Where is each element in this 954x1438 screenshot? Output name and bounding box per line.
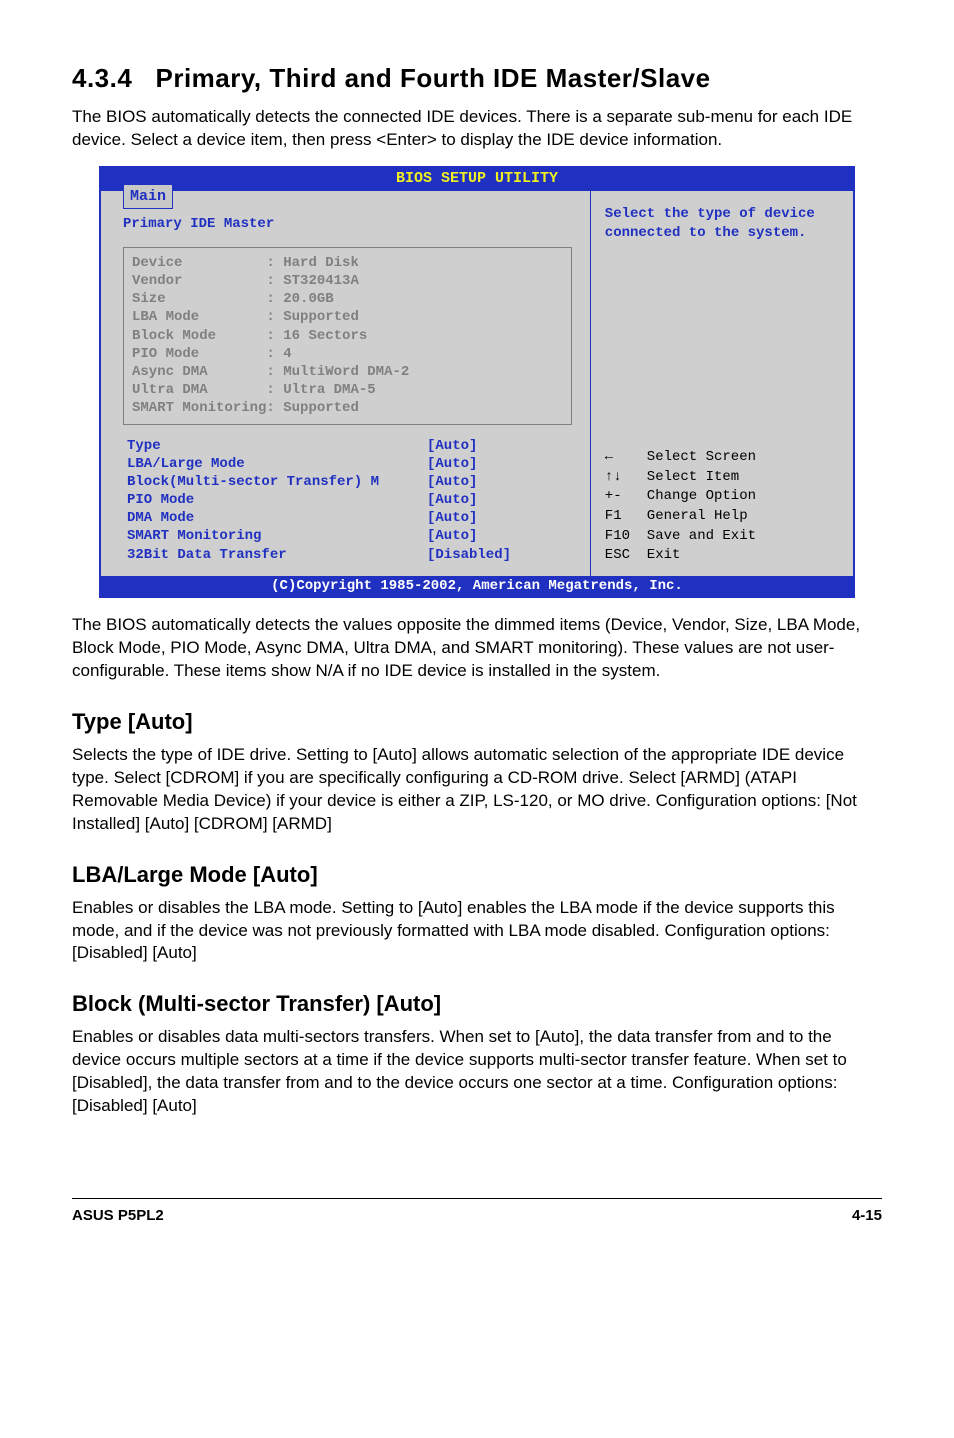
info-row: Ultra DMA : Ultra DMA-5	[132, 381, 563, 399]
info-row: SMART Monitoring: Supported	[132, 399, 563, 417]
block-body: Enables or disables data multi-sectors t…	[72, 1026, 882, 1118]
help-key-row: ←Select Screen	[605, 448, 841, 468]
bios-tab-main[interactable]: Main	[123, 184, 173, 209]
info-row: LBA Mode : Supported	[132, 308, 563, 326]
section-title-text: Primary, Third and Fourth IDE Master/Sla…	[156, 63, 711, 93]
bios-right-pane: Select the type of device connected to t…	[590, 191, 853, 576]
section-number: 4.3.4	[72, 63, 132, 93]
bios-title-bar: BIOS SETUP UTILITY Main	[99, 166, 855, 191]
bios-title: BIOS SETUP UTILITY	[396, 170, 558, 187]
bios-footer: (C)Copyright 1985-2002, American Megatre…	[99, 576, 855, 599]
setting-pio[interactable]: PIO Mode[Auto]	[127, 491, 572, 509]
settings-block: Type[Auto] LBA/Large Mode[Auto] Block(Mu…	[117, 433, 578, 566]
section-heading: 4.3.4 Primary, Third and Fourth IDE Mast…	[72, 60, 882, 96]
device-info-frame: Device : Hard Disk Vendor : ST320413A Si…	[123, 247, 572, 425]
setting-type[interactable]: Type[Auto]	[127, 437, 572, 455]
info-row: Size : 20.0GB	[132, 290, 563, 308]
info-row: Vendor : ST320413A	[132, 272, 563, 290]
info-row: PIO Mode : 4	[132, 345, 563, 363]
setting-32bit[interactable]: 32Bit Data Transfer[Disabled]	[127, 546, 572, 564]
help-key-row: F10Save and Exit	[605, 527, 841, 547]
type-body: Selects the type of IDE drive. Setting t…	[72, 744, 882, 836]
setting-lba[interactable]: LBA/Large Mode[Auto]	[127, 455, 572, 473]
setting-smart[interactable]: SMART Monitoring[Auto]	[127, 527, 572, 545]
bios-left-pane: Primary IDE Master Device : Hard Disk Ve…	[101, 191, 590, 576]
block-heading: Block (Multi-sector Transfer) [Auto]	[72, 989, 882, 1020]
setting-dma[interactable]: DMA Mode[Auto]	[127, 509, 572, 527]
lba-heading: LBA/Large Mode [Auto]	[72, 860, 882, 891]
bios-screenshot: BIOS SETUP UTILITY Main Primary IDE Mast…	[99, 166, 855, 598]
info-row: Async DMA : MultiWord DMA-2	[132, 363, 563, 381]
page-footer: ASUS P5PL2 4-15	[72, 1198, 882, 1226]
footer-right: 4-15	[852, 1205, 882, 1226]
help-description: Select the type of device connected to t…	[605, 205, 841, 243]
help-key-row: F1General Help	[605, 507, 841, 527]
setting-block[interactable]: Block(Multi-sector Transfer) M[Auto]	[127, 473, 572, 491]
lba-body: Enables or disables the LBA mode. Settin…	[72, 897, 882, 966]
info-row: Device : Hard Disk	[132, 254, 563, 272]
after-bios-paragraph: The BIOS automatically detects the value…	[72, 614, 882, 683]
help-key-row: ↑↓Select Item	[605, 468, 841, 488]
bios-panel-title: Primary IDE Master	[117, 211, 578, 239]
info-row: Block Mode : 16 Sectors	[132, 327, 563, 345]
footer-left: ASUS P5PL2	[72, 1205, 164, 1226]
help-keys: ←Select Screen ↑↓Select Item +-Change Op…	[605, 448, 841, 566]
help-key-row: +-Change Option	[605, 487, 841, 507]
help-key-row: ESCExit	[605, 546, 841, 566]
type-heading: Type [Auto]	[72, 707, 882, 738]
intro-paragraph: The BIOS automatically detects the conne…	[72, 106, 882, 152]
